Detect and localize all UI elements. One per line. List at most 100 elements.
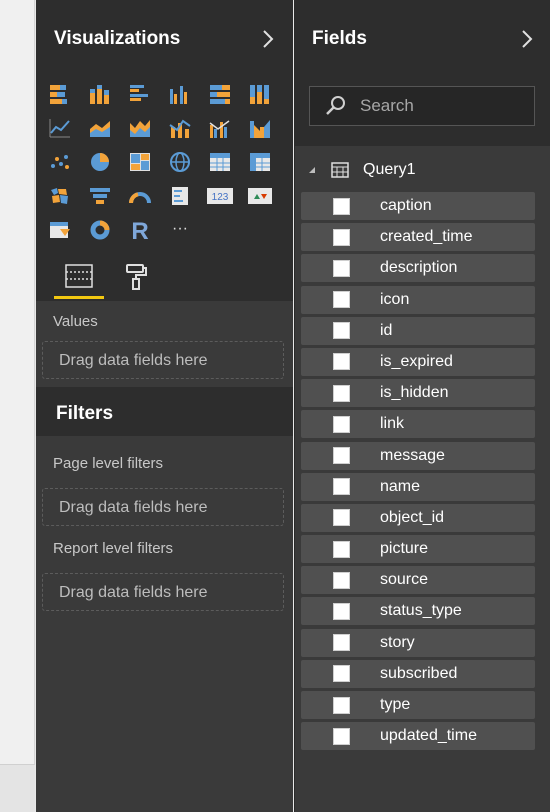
field-name: picture: [380, 540, 429, 558]
field-name: updated_time: [380, 727, 477, 745]
funnel-icon[interactable]: [86, 183, 114, 209]
values-drop-zone[interactable]: Drag data fields here: [42, 341, 284, 379]
fields-search-box[interactable]: [309, 86, 535, 126]
100pct-stacked-column-chart-icon[interactable]: [246, 81, 274, 107]
page-level-filters-drop-zone[interactable]: Drag data fields here: [42, 488, 284, 526]
field-name: link: [380, 415, 405, 433]
report-canvas-edge: [0, 0, 35, 812]
fields-search-area: [295, 73, 550, 146]
field-checkbox[interactable]: [333, 571, 350, 589]
expand-triangle-icon[interactable]: [307, 165, 317, 175]
field-row-icon[interactable]: icon: [301, 285, 535, 314]
field-row-message[interactable]: message: [301, 441, 535, 470]
field-name: source: [380, 571, 429, 589]
visualizations-pane: Visualizations 123 R ··· Values Drag dat…: [36, 0, 293, 812]
visualizations-title: Visualizations: [54, 28, 181, 49]
100pct-stacked-bar-chart-icon[interactable]: [206, 81, 234, 107]
pie-chart-icon[interactable]: [86, 149, 114, 175]
fields-format-tabs: [36, 249, 293, 301]
field-row-updated-time[interactable]: updated_time: [301, 722, 535, 751]
search-icon: [324, 94, 350, 118]
field-checkbox[interactable]: [333, 509, 350, 527]
line-and-column-chart-icon[interactable]: [166, 115, 194, 141]
field-checkbox[interactable]: [333, 197, 350, 215]
field-row-created-time[interactable]: created_time: [301, 223, 535, 252]
ribbon-chart-icon[interactable]: [246, 115, 274, 141]
field-row-is-expired[interactable]: is_expired: [301, 347, 535, 376]
more-visuals-icon[interactable]: ···: [166, 217, 194, 243]
collapse-visualizations-chevron-icon[interactable]: [259, 28, 277, 50]
field-row-type[interactable]: type: [301, 691, 535, 719]
field-row-id[interactable]: id: [301, 316, 535, 345]
map-icon[interactable]: [166, 149, 194, 175]
line-chart-icon[interactable]: [46, 115, 74, 141]
donut-chart-icon[interactable]: [86, 217, 114, 243]
field-checkbox[interactable]: [333, 259, 350, 277]
field-row-object-id[interactable]: object_id: [301, 503, 535, 532]
field-name: type: [380, 696, 411, 713]
fields-pane: Fields Query1 caption created_time descr…: [294, 0, 550, 812]
field-checkbox[interactable]: [333, 228, 350, 246]
visualization-gallery: 123 R ···: [36, 73, 293, 249]
filters-header: Filters: [36, 387, 293, 436]
field-checkbox[interactable]: [333, 447, 350, 464]
page-tabs-strip: [0, 764, 35, 812]
field-checkbox[interactable]: [333, 602, 350, 620]
field-name: story: [380, 633, 415, 651]
field-checkbox[interactable]: [333, 415, 350, 433]
format-tab[interactable]: [112, 257, 162, 301]
field-checkbox[interactable]: [333, 634, 350, 652]
field-name: description: [380, 259, 458, 277]
table-node-query1[interactable]: Query1: [295, 155, 550, 185]
clustered-bar-chart-icon[interactable]: [126, 81, 154, 107]
field-row-story[interactable]: story: [301, 628, 535, 657]
field-row-subscribed[interactable]: subscribed: [301, 659, 535, 688]
card-icon[interactable]: 123: [206, 183, 234, 209]
field-row-picture[interactable]: picture: [301, 535, 535, 564]
multi-row-card-icon[interactable]: [166, 183, 194, 209]
field-name: object_id: [380, 508, 445, 526]
r-script-visual-icon[interactable]: R: [126, 217, 154, 243]
field-row-source[interactable]: source: [301, 566, 535, 595]
treemap-icon[interactable]: [126, 149, 154, 175]
search-input[interactable]: [360, 96, 520, 116]
filled-map-icon[interactable]: [46, 183, 74, 209]
area-chart-icon[interactable]: [86, 115, 114, 141]
field-checkbox[interactable]: [333, 696, 350, 714]
report-level-filters-drop-zone[interactable]: Drag data fields here: [42, 573, 284, 611]
matrix-icon[interactable]: [246, 149, 274, 175]
field-name: caption: [380, 197, 432, 214]
field-checkbox[interactable]: [333, 540, 350, 558]
field-row-status-type[interactable]: status_type: [301, 597, 535, 626]
table-icon[interactable]: [206, 149, 234, 175]
stacked-area-chart-icon[interactable]: [126, 115, 154, 141]
field-checkbox[interactable]: [333, 727, 350, 745]
field-checkbox[interactable]: [333, 291, 350, 309]
field-checkbox[interactable]: [333, 665, 350, 683]
table-icon: [331, 162, 349, 178]
gauge-icon[interactable]: [126, 183, 154, 209]
scatter-chart-icon[interactable]: [46, 149, 74, 175]
line-and-clustered-column-chart-icon[interactable]: [206, 115, 234, 141]
clustered-column-chart-icon[interactable]: [166, 81, 194, 107]
field-row-name[interactable]: name: [301, 472, 535, 501]
field-checkbox[interactable]: [333, 478, 350, 496]
field-list: caption created_time description icon id…: [301, 192, 535, 753]
kpi-icon[interactable]: [246, 183, 274, 209]
report-level-filters-label: Report level filters: [53, 540, 174, 557]
field-checkbox[interactable]: [333, 322, 350, 340]
field-checkbox[interactable]: [333, 384, 350, 402]
field-row-link[interactable]: link: [301, 410, 535, 439]
field-row-is-hidden[interactable]: is_hidden: [301, 379, 535, 408]
fields-wells-tab[interactable]: [54, 257, 104, 301]
collapse-fields-chevron-icon[interactable]: [518, 28, 536, 50]
card-icon-text: 123: [212, 192, 229, 203]
field-name: icon: [380, 290, 410, 308]
stacked-bar-chart-icon[interactable]: [46, 81, 74, 107]
field-row-description[interactable]: description: [301, 254, 535, 283]
field-row-caption[interactable]: caption: [301, 192, 535, 220]
slicer-icon[interactable]: [46, 217, 74, 243]
field-checkbox[interactable]: [333, 353, 350, 371]
stacked-column-chart-icon[interactable]: [86, 81, 114, 107]
fields-title: Fields: [312, 28, 367, 49]
